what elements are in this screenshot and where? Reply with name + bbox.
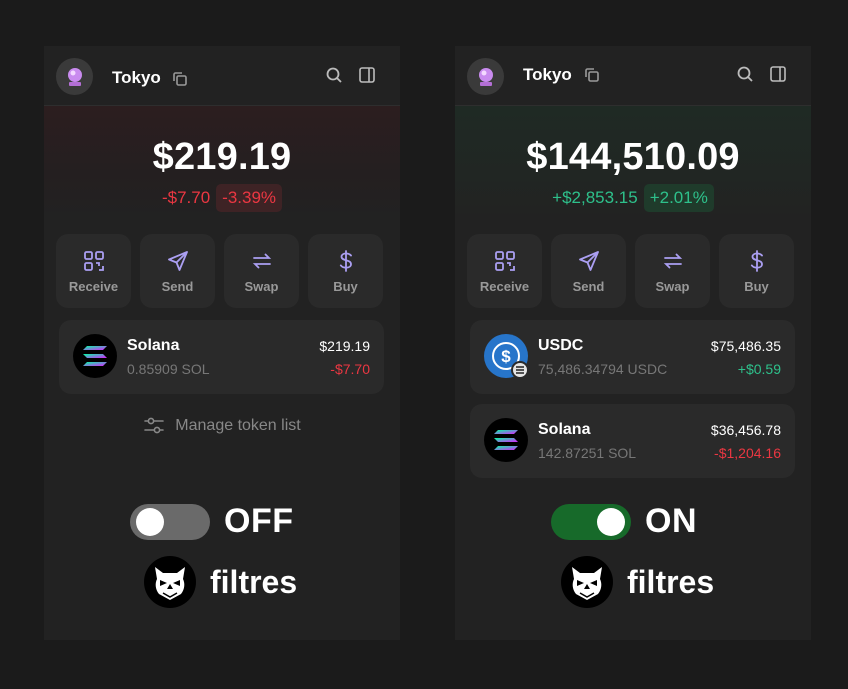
send-button[interactable]: Send — [551, 234, 626, 308]
change-percent-badge: -3.39% — [216, 184, 283, 212]
send-label: Send — [161, 278, 194, 294]
token-amount: 0.85909 SOL — [127, 361, 210, 377]
wallet-header: Tokyo — [455, 46, 811, 106]
solana-logo-icon — [73, 334, 117, 378]
change-percent-badge: +2.01% — [643, 184, 714, 212]
token-row-solana[interactable]: Solana 0.85909 SOL $219.19 -$7.70 — [59, 320, 384, 394]
solana-logo-icon — [484, 418, 528, 462]
swap-button[interactable]: Swap — [635, 234, 710, 308]
token-value: $219.19 — [319, 338, 370, 354]
total-balance: $144,510.09 — [526, 136, 740, 178]
send-icon — [578, 250, 599, 271]
sliders-icon — [144, 417, 165, 434]
token-change: -$1,204.16 — [714, 445, 781, 461]
balance-section: $144,510.09 +$2,853.15 +2.01% — [455, 106, 811, 221]
balance-section: $219.19 -$7.70 -3.39% — [44, 106, 400, 221]
action-buttons: Receive Send Swap Buy — [56, 234, 383, 308]
copy-icon[interactable] — [171, 70, 189, 88]
manage-token-list-button[interactable]: Manage token list — [44, 416, 400, 436]
buy-button[interactable]: Buy — [308, 234, 383, 308]
token-name: Solana — [127, 337, 180, 354]
owl-logo-icon — [561, 556, 613, 608]
token-value: $36,456.78 — [710, 422, 781, 438]
receive-button[interactable]: Receive — [467, 234, 542, 308]
buy-label: Buy — [333, 278, 358, 294]
change-amount: -$7.70 — [161, 188, 211, 207]
balance-change: -$7.70 -3.39% — [44, 184, 400, 212]
filter-toggle[interactable] — [551, 503, 631, 540]
wallet-panel-filter-off: Tokyo $219.19 -$7.70 -3.39% Receive Send… — [44, 46, 400, 640]
toggle-knob — [136, 507, 164, 536]
sidebar-icon[interactable] — [769, 65, 787, 83]
brand-row: filtres — [561, 556, 714, 608]
qr-icon — [494, 250, 515, 271]
token-change: -$7.70 — [330, 361, 370, 377]
receive-button[interactable]: Receive — [56, 234, 131, 308]
brand-name: filtres — [627, 563, 715, 600]
wallet-panel-filter-on: Tokyo $144,510.09 +$2,853.15 +2.01% Rece… — [455, 46, 811, 640]
change-amount: +$2,853.15 — [552, 188, 638, 207]
swap-label: Swap — [655, 278, 690, 294]
filter-toggle[interactable] — [130, 503, 210, 540]
usdc-logo-icon: $ — [484, 334, 528, 378]
send-label: Send — [572, 278, 605, 294]
token-row-solana[interactable]: Solana 142.87251 SOL $36,456.78 -$1,204.… — [470, 404, 795, 478]
token-change: +$0.59 — [737, 361, 781, 377]
token-value: $75,486.35 — [710, 338, 781, 354]
account-name[interactable]: Tokyo — [523, 65, 572, 85]
swap-button[interactable]: Swap — [224, 234, 299, 308]
manage-label: Manage token list — [175, 417, 301, 434]
send-button[interactable]: Send — [140, 234, 215, 308]
brand-name: filtres — [210, 563, 298, 600]
token-name: USDC — [538, 337, 584, 354]
swap-label: Swap — [244, 278, 279, 294]
balance-change: +$2,853.15 +2.01% — [455, 184, 811, 212]
search-icon[interactable] — [325, 66, 343, 84]
buy-button[interactable]: Buy — [719, 234, 794, 308]
send-icon — [167, 250, 188, 271]
account-name[interactable]: Tokyo — [112, 68, 161, 88]
wallet-header: Tokyo — [44, 46, 400, 106]
filter-toggle-row: ON — [551, 502, 697, 541]
swap-icon — [663, 253, 682, 268]
account-avatar[interactable] — [56, 58, 93, 95]
toggle-state-label: ON — [645, 502, 697, 540]
owl-logo-icon — [144, 556, 196, 608]
dollar-icon — [750, 249, 763, 272]
toggle-state-label: OFF — [224, 502, 294, 540]
brand-row: filtres — [144, 556, 297, 608]
receive-label: Receive — [68, 278, 119, 294]
crystal-ball-icon — [67, 67, 82, 86]
crystal-ball-icon — [478, 67, 493, 86]
token-amount: 75,486.34794 USDC — [538, 361, 668, 377]
toggle-knob — [597, 507, 625, 536]
action-buttons: Receive Send Swap Buy — [467, 234, 794, 308]
buy-label: Buy — [744, 278, 769, 294]
account-avatar[interactable] — [467, 58, 504, 95]
token-row-usdc[interactable]: $ USDC 75,486.34794 USDC $75,486.35 +$0.… — [470, 320, 795, 394]
sidebar-icon[interactable] — [358, 66, 376, 84]
qr-icon — [83, 250, 104, 271]
token-name: Solana — [538, 421, 591, 438]
search-icon[interactable] — [736, 65, 754, 83]
filter-toggle-row: OFF — [130, 502, 293, 541]
dollar-icon — [339, 249, 352, 272]
receive-label: Receive — [479, 278, 530, 294]
swap-icon — [252, 253, 271, 268]
token-amount: 142.87251 SOL — [538, 445, 637, 461]
total-balance: $219.19 — [152, 136, 292, 178]
copy-icon[interactable] — [583, 66, 601, 84]
svg-text:$: $ — [501, 347, 511, 366]
